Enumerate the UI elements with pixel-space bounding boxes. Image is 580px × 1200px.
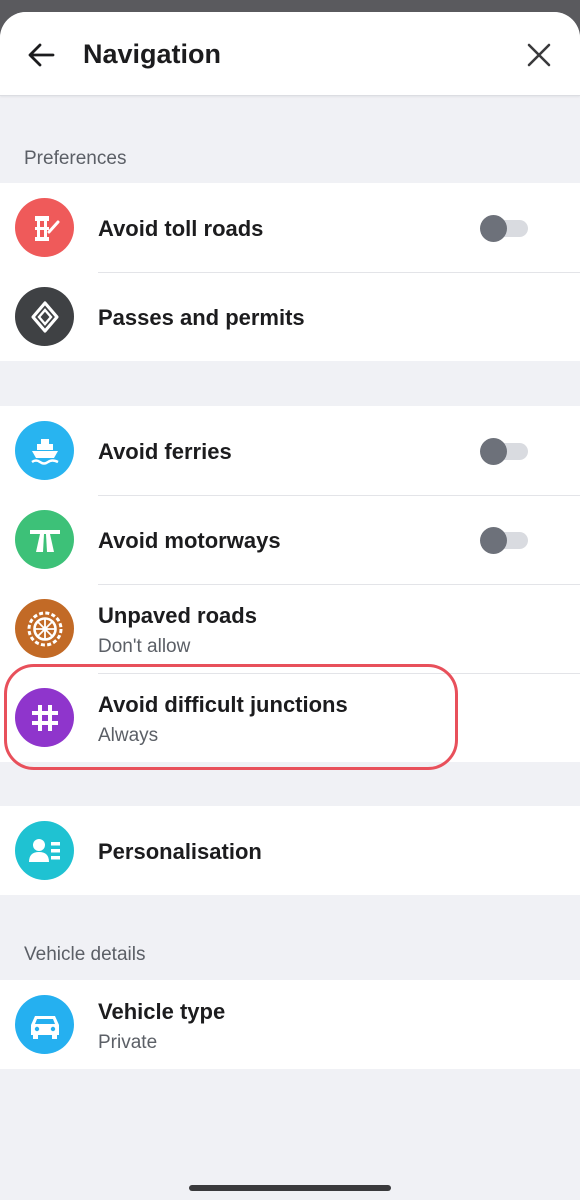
page-title: Navigation: [83, 39, 222, 69]
motorways-toggle[interactable]: [480, 527, 528, 554]
header-bar: Navigation: [0, 12, 580, 96]
car-icon: [15, 995, 74, 1054]
row-label: Personalisation: [98, 839, 262, 864]
diamond-icon: [15, 287, 74, 346]
row-avoid-motorways[interactable]: Avoid motorways: [0, 495, 580, 584]
home-indicator[interactable]: [189, 1185, 391, 1191]
wheel-icon: [15, 599, 74, 658]
section-label-vehicle-details: Vehicle details: [24, 944, 146, 965]
toll-roads-toggle[interactable]: [480, 215, 528, 242]
row-personalisation[interactable]: Personalisation: [0, 806, 580, 895]
row-passes-and-permits[interactable]: Passes and permits: [0, 272, 580, 361]
close-button[interactable]: [520, 36, 558, 74]
back-button[interactable]: [22, 36, 60, 74]
row-label: Avoid ferries: [98, 439, 232, 464]
profile-list-icon: [15, 821, 74, 880]
highlight-annotation: [4, 664, 458, 770]
row-label: Unpaved roads: [98, 603, 257, 628]
toll-gate-icon: [15, 198, 74, 257]
section-label-preferences: Preferences: [24, 148, 127, 169]
motorway-icon: [15, 510, 74, 569]
arrow-left-icon: [28, 43, 55, 67]
ferry-icon: [15, 421, 74, 480]
vehicle-group: Vehicle type Private: [0, 980, 580, 1069]
row-avoid-ferries[interactable]: Avoid ferries: [0, 406, 580, 495]
row-unpaved-roads[interactable]: Unpaved roads Don't allow: [0, 584, 580, 673]
personalisation-group: Personalisation: [0, 806, 580, 895]
row-value: Private: [98, 1032, 158, 1053]
navigation-settings-sheet: Navigation Preferences Avoid toll roads: [0, 12, 580, 1200]
row-avoid-toll-roads[interactable]: Avoid toll roads: [0, 183, 580, 272]
row-vehicle-type[interactable]: Vehicle type Private: [0, 980, 580, 1069]
close-icon: [527, 43, 551, 67]
preferences-group: Avoid toll roads Passes and permits: [0, 183, 580, 361]
row-label: Vehicle type: [98, 999, 226, 1024]
row-value: Don't allow: [98, 636, 191, 657]
row-label: Passes and permits: [98, 305, 305, 330]
ferries-toggle[interactable]: [480, 438, 528, 465]
row-label: Avoid motorways: [98, 528, 281, 553]
row-label: Avoid toll roads: [98, 216, 264, 241]
